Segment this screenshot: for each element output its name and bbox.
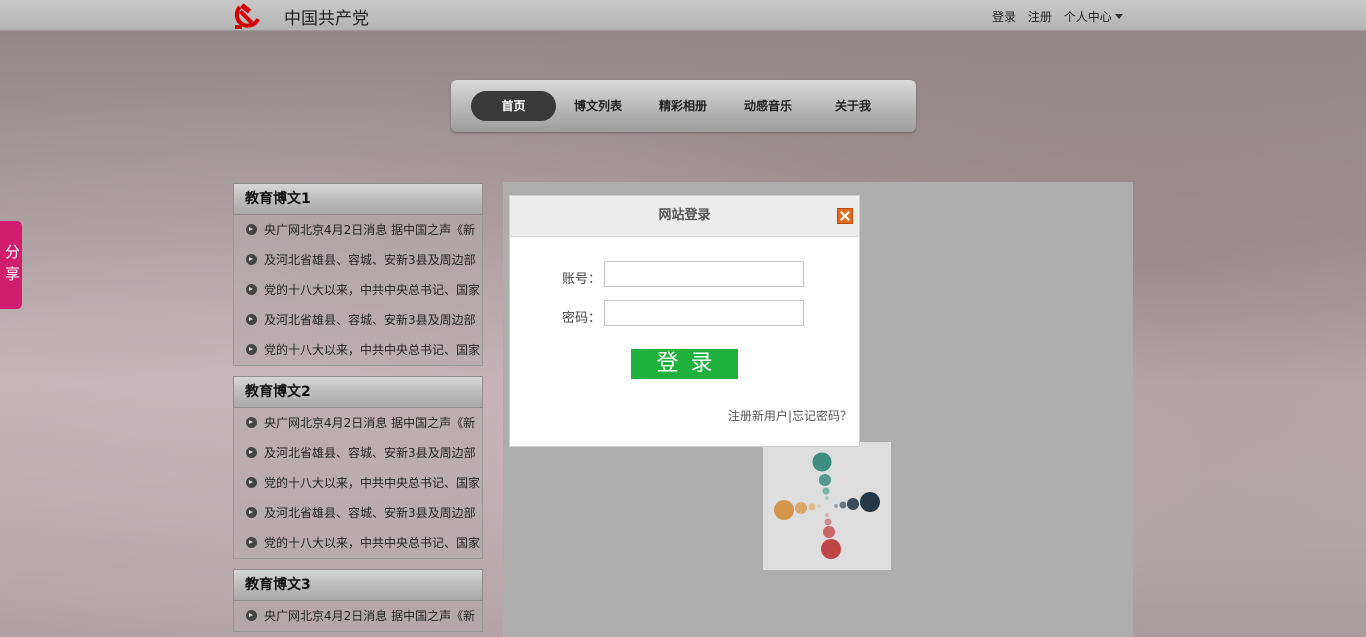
spinner-dot <box>821 539 841 559</box>
spinner-dot <box>839 501 847 509</box>
list-item[interactable]: 党的十八大以来，中共中央总书记、国家 <box>234 275 482 305</box>
login-links: 注册新用户|忘记密码？ <box>728 407 852 424</box>
list-item[interactable]: 央广网北京4月2日消息 据中国之声《新 <box>234 215 482 245</box>
list-item[interactable]: 党的十八大以来，中共中央总书记、国家 <box>234 468 482 498</box>
login-dialog-header: 网站登录 <box>510 196 859 237</box>
password-input[interactable] <box>604 300 804 326</box>
personal-center-label: 个人中心 <box>1063 10 1112 24</box>
spinner-dot <box>825 513 829 517</box>
block-list: 央广网北京4月2日消息 据中国之声《新 <box>233 601 483 632</box>
close-icon[interactable] <box>837 208 853 224</box>
share-tab[interactable]: 分享 <box>0 221 22 309</box>
block-title: 教育博文3 <box>233 569 483 601</box>
spinner-dot <box>825 496 829 500</box>
bullet-arrow-icon <box>246 224 257 235</box>
block-title: 教育博文2 <box>233 376 483 408</box>
share-label: 分享 <box>5 243 21 283</box>
top-bar: 中国共产党 登录 注册 个人中心 <box>0 0 1366 31</box>
login-dialog-title: 网站登录 <box>658 208 711 223</box>
hammer-sickle-logo <box>234 3 260 29</box>
nav-item-music[interactable]: 动感音乐 <box>728 91 808 121</box>
list-item[interactable]: 央广网北京4月2日消息 据中国之声《新 <box>234 601 482 631</box>
spinner-dot <box>822 487 830 495</box>
personal-center-menu[interactable]: 个人中心 <box>1064 10 1123 24</box>
site-title[interactable]: 中国共产党 <box>284 4 369 29</box>
list-item-text: 及河北省雄县、容城、安新3县及周边部 <box>264 446 476 460</box>
spinner-dot <box>824 518 832 526</box>
bullet-arrow-icon <box>246 254 257 265</box>
nav-item-album[interactable]: 精彩相册 <box>643 91 723 121</box>
list-item[interactable]: 党的十八大以来，中共中央总书记、国家 <box>234 335 482 365</box>
nav-item-blog-list[interactable]: 博文列表 <box>558 91 638 121</box>
list-item-text: 及河北省雄县、容城、安新3县及周边部 <box>264 313 476 327</box>
nav-item-about[interactable]: 关于我 <box>813 91 893 121</box>
top-links: 登录 注册 个人中心 <box>992 8 1131 25</box>
chevron-down-icon <box>1114 14 1123 19</box>
list-item[interactable]: 央广网北京4月2日消息 据中国之声《新 <box>234 408 482 438</box>
spinner-dot <box>819 474 831 486</box>
list-item-text: 央广网北京4月2日消息 据中国之声《新 <box>264 416 476 430</box>
spinner-dot <box>812 452 832 472</box>
account-input[interactable] <box>604 261 804 287</box>
blog-block-3: 教育博文3 央广网北京4月2日消息 据中国之声《新 <box>233 569 483 632</box>
bullet-arrow-icon <box>246 284 257 295</box>
list-item[interactable]: 及河北省雄县、容城、安新3县及周边部 <box>234 498 482 528</box>
block-title: 教育博文1 <box>233 183 483 215</box>
main-nav: 首页 博文列表 精彩相册 动感音乐 关于我 <box>451 80 916 132</box>
list-item-text: 及河北省雄县、容城、安新3县及周边部 <box>264 253 476 267</box>
blog-block-2: 教育博文2 央广网北京4月2日消息 据中国之声《新 及河北省雄县、容城、安新3县… <box>233 376 483 559</box>
spinner-dot <box>847 498 859 510</box>
list-item-text: 央广网北京4月2日消息 据中国之声《新 <box>264 223 476 237</box>
password-label: 密码： <box>562 311 602 326</box>
register-link[interactable]: 注册 <box>1028 10 1052 24</box>
forgot-password-link[interactable]: 忘记密码？ <box>792 409 852 423</box>
bullet-arrow-icon <box>246 610 257 621</box>
register-new-user-link[interactable]: 注册新用户 <box>728 409 788 423</box>
list-item[interactable]: 及河北省雄县、容城、安新3县及周边部 <box>234 305 482 335</box>
list-item-text: 党的十八大以来，中共中央总书记、国家 <box>264 343 481 357</box>
blog-block-1: 教育博文1 央广网北京4月2日消息 据中国之声《新 及河北省雄县、容城、安新3县… <box>233 183 483 366</box>
spinner-dot <box>795 502 807 514</box>
bullet-arrow-icon <box>246 477 257 488</box>
spinner-dot <box>808 503 816 511</box>
bullet-arrow-icon <box>246 447 257 458</box>
spinner-dot <box>774 500 794 520</box>
bullet-arrow-icon <box>246 537 257 548</box>
list-item[interactable]: 及河北省雄县、容城、安新3县及周边部 <box>234 245 482 275</box>
bullet-arrow-icon <box>246 507 257 518</box>
account-label: 账号： <box>562 272 602 287</box>
spinner-dot <box>834 504 838 508</box>
loading-spinner <box>763 442 891 570</box>
login-dialog: 网站登录 账号： 密码： 登录 注册新用户|忘记密码？ <box>509 195 860 447</box>
login-link[interactable]: 登录 <box>992 10 1016 24</box>
spinner-dot <box>860 492 880 512</box>
block-list: 央广网北京4月2日消息 据中国之声《新 及河北省雄县、容城、安新3县及周边部 党… <box>233 408 483 559</box>
block-list: 央广网北京4月2日消息 据中国之声《新 及河北省雄县、容城、安新3县及周边部 党… <box>233 215 483 366</box>
spinner-dot <box>817 504 821 508</box>
list-item-text: 党的十八大以来，中共中央总书记、国家 <box>264 476 481 490</box>
list-item[interactable]: 党的十八大以来，中共中央总书记、国家 <box>234 528 482 558</box>
list-item-text: 党的十八大以来，中共中央总书记、国家 <box>264 536 481 550</box>
bullet-arrow-icon <box>246 417 257 428</box>
login-submit-button[interactable]: 登录 <box>631 349 738 379</box>
bullet-arrow-icon <box>246 314 257 325</box>
spinner-dot <box>823 526 835 538</box>
list-item-text: 及河北省雄县、容城、安新3县及周边部 <box>264 506 476 520</box>
list-item-text: 央广网北京4月2日消息 据中国之声《新 <box>264 609 476 623</box>
bullet-arrow-icon <box>246 344 257 355</box>
nav-item-home[interactable]: 首页 <box>471 91 556 121</box>
list-item[interactable]: 及河北省雄县、容城、安新3县及周边部 <box>234 438 482 468</box>
list-item-text: 党的十八大以来，中共中央总书记、国家 <box>264 283 481 297</box>
